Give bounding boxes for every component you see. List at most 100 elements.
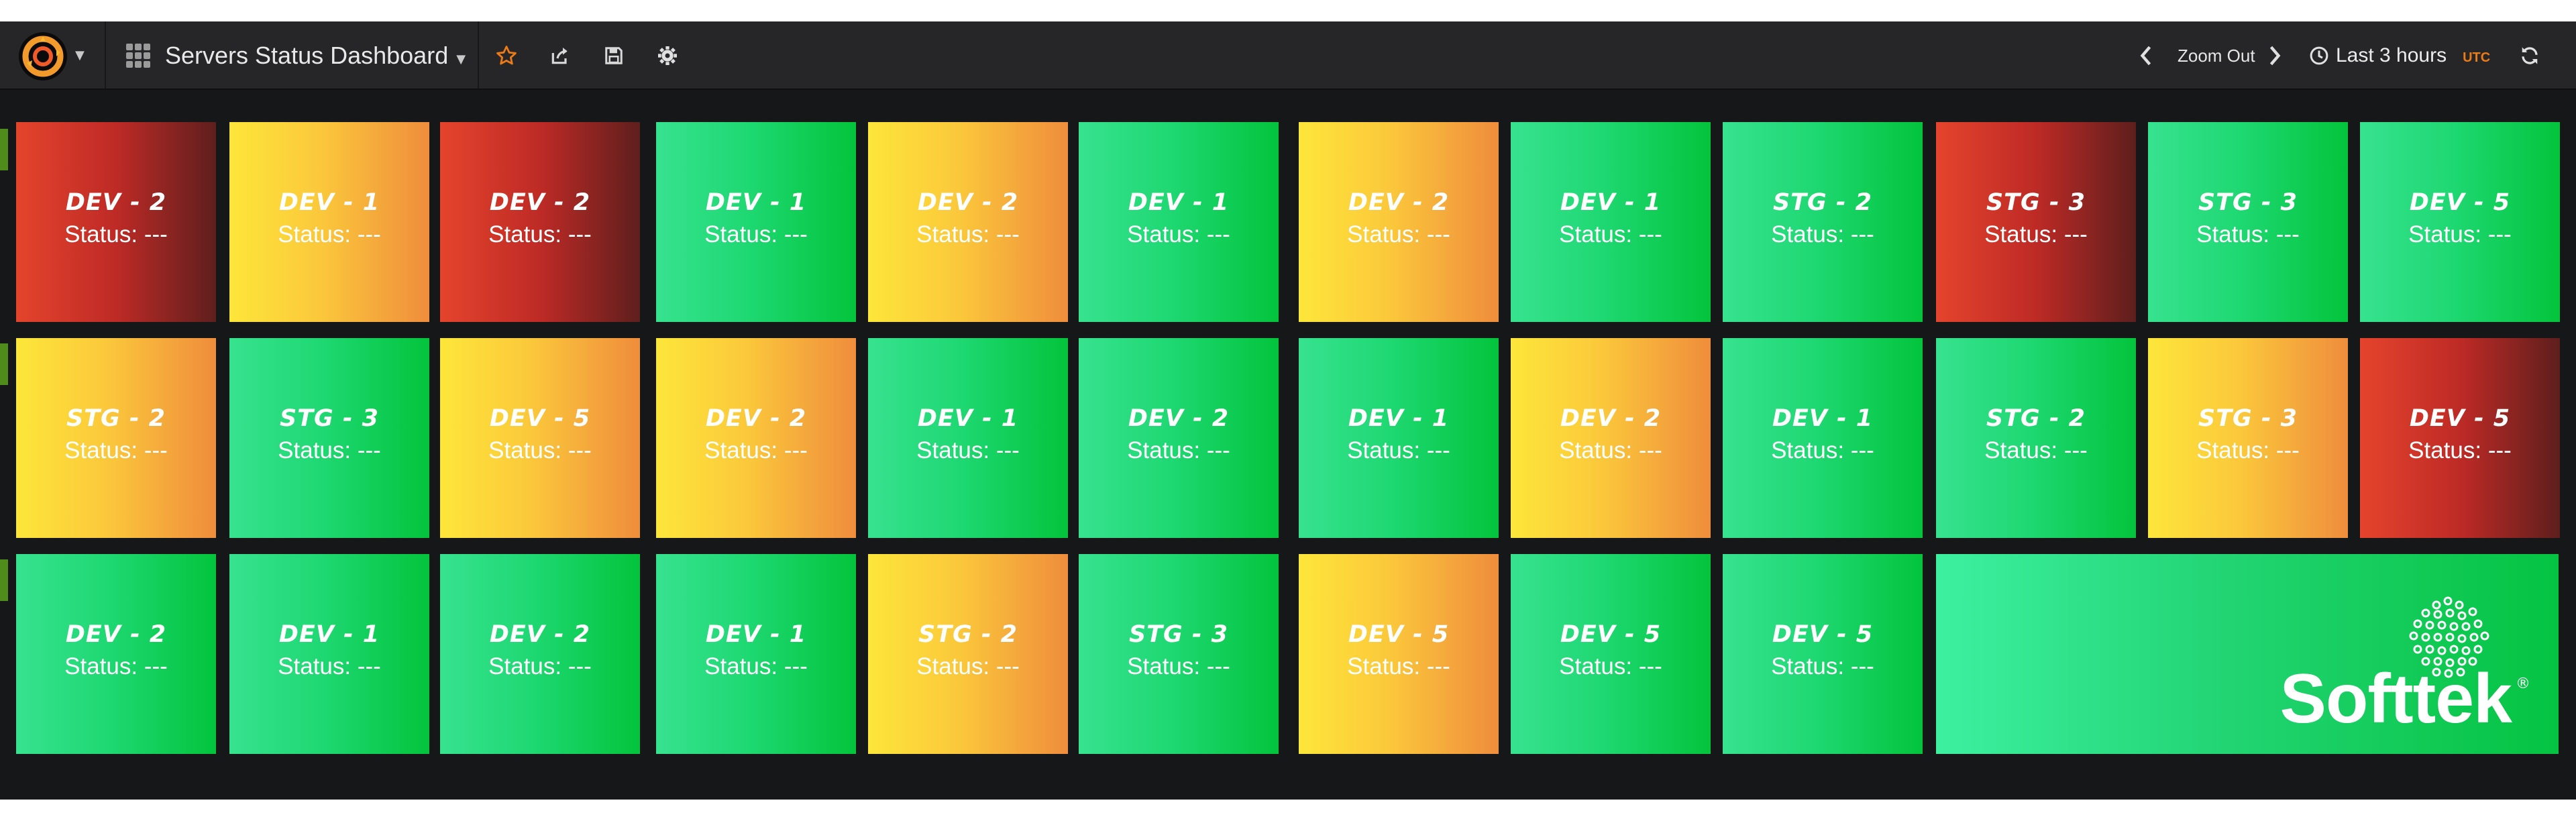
server-status-text: Status: --- bbox=[1771, 653, 1874, 679]
server-status-panel[interactable]: DEV - 2 Status: --- bbox=[1299, 122, 1499, 322]
server-name: STG - 2 bbox=[1772, 189, 1873, 216]
server-name: DEV - 2 bbox=[1128, 405, 1230, 432]
chevron-right-icon bbox=[2269, 46, 2281, 66]
server-status-panel[interactable]: STG - 2 Status: --- bbox=[1936, 338, 2136, 538]
server-status-text: Status: --- bbox=[1559, 221, 1662, 248]
timezone-badge: UTC bbox=[2463, 50, 2491, 65]
server-status-panel[interactable]: DEV - 5 Status: --- bbox=[1723, 554, 1923, 754]
server-status-text: Status: --- bbox=[1771, 437, 1874, 463]
server-status-panel[interactable]: DEV - 1 Status: --- bbox=[1723, 338, 1923, 538]
server-status-panel[interactable]: DEV - 1 Status: --- bbox=[229, 554, 429, 754]
server-name: DEV - 2 bbox=[705, 405, 807, 432]
time-shift-forward-button[interactable] bbox=[2267, 36, 2282, 75]
server-name: DEV - 2 bbox=[489, 189, 591, 216]
row-collapse-handle[interactable] bbox=[0, 129, 8, 170]
server-status-text: Status: --- bbox=[488, 653, 592, 679]
server-status-panel[interactable]: DEV - 1 Status: --- bbox=[656, 122, 856, 322]
server-status-panel[interactable]: STG - 3 Status: --- bbox=[1936, 122, 2136, 322]
time-range-picker[interactable]: Last 3 hours UTC bbox=[2309, 36, 2490, 75]
gear-icon bbox=[658, 46, 677, 65]
server-name: STG - 3 bbox=[1986, 189, 2086, 216]
row-collapse-handle[interactable] bbox=[0, 559, 8, 601]
server-status-panel[interactable]: DEV - 1 Status: --- bbox=[1079, 122, 1279, 322]
server-status-panel[interactable]: STG - 3 Status: --- bbox=[1079, 554, 1279, 754]
server-name: DEV - 2 bbox=[917, 189, 1019, 216]
server-status-panel[interactable]: DEV - 2 Status: --- bbox=[440, 554, 640, 754]
server-status-text: Status: --- bbox=[1559, 653, 1662, 679]
server-status-text: Status: --- bbox=[1347, 437, 1450, 463]
server-status-panel[interactable]: DEV - 2 Status: --- bbox=[16, 122, 216, 322]
server-status-text: Status: --- bbox=[1347, 653, 1450, 679]
chevron-down-icon[interactable]: ▼ bbox=[75, 48, 85, 62]
server-status-panel[interactable]: STG - 2 Status: --- bbox=[1723, 122, 1923, 322]
star-icon bbox=[496, 46, 517, 65]
server-status-panel[interactable]: DEV - 2 Status: --- bbox=[1511, 338, 1711, 538]
chevron-left-icon bbox=[2140, 46, 2151, 66]
server-name: DEV - 2 bbox=[65, 621, 167, 648]
server-name: STG - 3 bbox=[2198, 405, 2298, 432]
server-status-panel[interactable]: DEV - 5 Status: --- bbox=[2360, 338, 2560, 538]
server-status-panel[interactable]: DEV - 2 Status: --- bbox=[440, 122, 640, 322]
server-status-text: Status: --- bbox=[488, 221, 592, 248]
server-name: DEV - 1 bbox=[1772, 405, 1874, 432]
server-status-text: Status: --- bbox=[916, 653, 1020, 679]
server-name: DEV - 1 bbox=[705, 189, 807, 216]
share-icon bbox=[551, 48, 568, 64]
server-status-panel[interactable]: DEV - 5 Status: --- bbox=[2360, 122, 2560, 322]
clock-icon bbox=[2310, 46, 2328, 65]
server-status-panel[interactable]: STG - 3 Status: --- bbox=[2148, 338, 2348, 538]
server-status-text: Status: --- bbox=[64, 221, 168, 248]
save-button[interactable] bbox=[597, 39, 631, 72]
server-status-panel[interactable]: STG - 2 Status: --- bbox=[16, 338, 216, 538]
server-name: STG - 2 bbox=[1986, 405, 2086, 432]
server-name: DEV - 5 bbox=[1560, 621, 1662, 648]
server-name: STG - 2 bbox=[918, 621, 1018, 648]
zoom-out-button[interactable]: Zoom Out bbox=[2178, 36, 2255, 75]
share-button[interactable] bbox=[543, 39, 577, 72]
server-status-panel[interactable]: DEV - 5 Status: --- bbox=[1511, 554, 1711, 754]
refresh-button[interactable] bbox=[2513, 39, 2546, 72]
server-status-panel[interactable]: DEV - 2 Status: --- bbox=[1079, 338, 1279, 538]
server-status-panel[interactable]: DEV - 1 Status: --- bbox=[1511, 122, 1711, 322]
star-button[interactable] bbox=[490, 39, 523, 72]
server-status-text: Status: --- bbox=[488, 437, 592, 463]
server-status-panel[interactable]: DEV - 5 Status: --- bbox=[1299, 554, 1499, 754]
softtek-logo-text: Softtek bbox=[2279, 660, 2512, 738]
server-name: STG - 3 bbox=[2198, 189, 2298, 216]
server-name: DEV - 1 bbox=[278, 189, 380, 216]
server-status-text: Status: --- bbox=[916, 437, 1020, 463]
time-shift-back-button[interactable] bbox=[2139, 36, 2153, 75]
server-status-panel[interactable]: DEV - 5 Status: --- bbox=[440, 338, 640, 538]
server-status-panel[interactable]: STG - 2 Status: --- bbox=[868, 554, 1068, 754]
server-status-panel[interactable]: DEV - 2 Status: --- bbox=[868, 122, 1068, 322]
server-status-text: Status: --- bbox=[1347, 221, 1450, 248]
server-status-panel[interactable]: STG - 3 Status: --- bbox=[2148, 122, 2348, 322]
server-status-text: Status: --- bbox=[916, 221, 1020, 248]
branding-panel: Softtek ® bbox=[1936, 554, 2559, 754]
refresh-icon bbox=[2522, 47, 2538, 64]
server-status-text: Status: --- bbox=[1984, 437, 2088, 463]
settings-button[interactable] bbox=[651, 39, 684, 72]
server-name: DEV - 1 bbox=[1348, 405, 1450, 432]
server-name: DEV - 1 bbox=[1128, 189, 1230, 216]
server-name: DEV - 1 bbox=[278, 621, 380, 648]
server-status-panel[interactable]: DEV - 1 Status: --- bbox=[229, 122, 429, 322]
server-status-text: Status: --- bbox=[1127, 221, 1230, 248]
server-status-panel[interactable]: DEV - 2 Status: --- bbox=[656, 338, 856, 538]
server-status-panel[interactable]: DEV - 1 Status: --- bbox=[868, 338, 1068, 538]
server-name: DEV - 2 bbox=[489, 621, 591, 648]
server-status-panel[interactable]: DEV - 1 Status: --- bbox=[1299, 338, 1499, 538]
dashboard-title: Servers Status Dashboard bbox=[165, 42, 449, 69]
save-icon bbox=[605, 47, 623, 64]
row-collapse-handle[interactable] bbox=[0, 343, 8, 385]
server-name: DEV - 1 bbox=[917, 405, 1019, 432]
server-name: DEV - 5 bbox=[2409, 405, 2511, 432]
server-status-text: Status: --- bbox=[1984, 221, 2088, 248]
grafana-logo-icon[interactable] bbox=[19, 32, 67, 80]
server-status-panel[interactable]: DEV - 1 Status: --- bbox=[656, 554, 856, 754]
server-name: DEV - 2 bbox=[65, 189, 167, 216]
server-status-text: Status: --- bbox=[1127, 653, 1230, 679]
server-status-panel[interactable]: DEV - 2 Status: --- bbox=[16, 554, 216, 754]
server-status-panel[interactable]: STG - 3 Status: --- bbox=[229, 338, 429, 538]
dashboard-picker[interactable]: Servers Status Dashboard ▼ bbox=[125, 36, 466, 75]
